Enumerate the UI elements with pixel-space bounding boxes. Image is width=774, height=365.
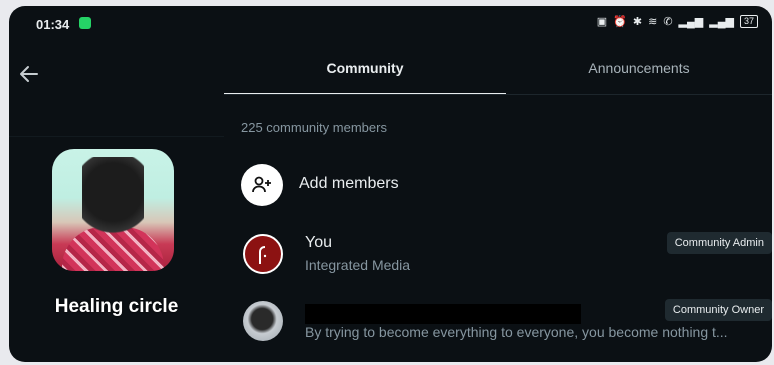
call-icon: ✆ (663, 16, 673, 28)
battery-icon: 37 (739, 15, 758, 28)
status-bar: 01:34 ▣ ⏰ ✱ ≋ ✆ ▂▄▆ ▂▄▆ 37 (9, 6, 772, 42)
add-members-button[interactable]: Add members (241, 164, 761, 206)
status-badge: Community Owner (664, 299, 772, 321)
avatar (243, 234, 283, 274)
add-person-icon (241, 164, 283, 206)
avatar-head (82, 157, 144, 235)
alarm-icon: ⏰ (613, 16, 627, 28)
divider (224, 94, 772, 95)
status-time: 01:34 (36, 17, 70, 32)
member-subtitle: By trying to become everything to everyo… (305, 324, 728, 340)
community-avatar[interactable] (52, 149, 174, 271)
redacted-name (305, 304, 581, 324)
bluetooth-icon: ✱ (632, 16, 643, 28)
member-row-you[interactable]: You Integrated Media Community Admin (241, 232, 772, 278)
community-name: Healing circle (54, 296, 179, 317)
divider (9, 136, 224, 137)
member-name: You (305, 234, 332, 251)
member-row-owner[interactable]: By trying to become everything to everyo… (241, 299, 772, 345)
tab-announcements[interactable]: Announcements (506, 42, 772, 94)
integrated-media-logo-icon (259, 246, 267, 264)
members-count: 225 community members (241, 120, 387, 135)
member-subtitle: Integrated Media (305, 257, 411, 273)
whatsapp-notification-icon (79, 17, 91, 29)
signal-icon: ▂▄▆ (678, 16, 704, 28)
back-arrow-icon[interactable] (17, 62, 41, 86)
community-screen: 01:34 ▣ ⏰ ✱ ≋ ✆ ▂▄▆ ▂▄▆ 37 Healing circl… (9, 6, 772, 362)
image-icon: ▣ (596, 16, 608, 28)
avatar (243, 301, 283, 341)
tab-bar: Community Announcements (224, 42, 772, 95)
wifi-icon: ≋ (648, 16, 658, 28)
status-badge: Community Admin (666, 232, 772, 254)
status-icons: ▣ ⏰ ✱ ≋ ✆ ▂▄▆ ▂▄▆ 37 (597, 15, 758, 28)
tab-community[interactable]: Community (224, 42, 506, 94)
signal-icon-2: ▂▄▆ (709, 16, 734, 28)
add-members-label: Add members (299, 175, 399, 192)
community-info-pane: Healing circle (9, 42, 224, 362)
